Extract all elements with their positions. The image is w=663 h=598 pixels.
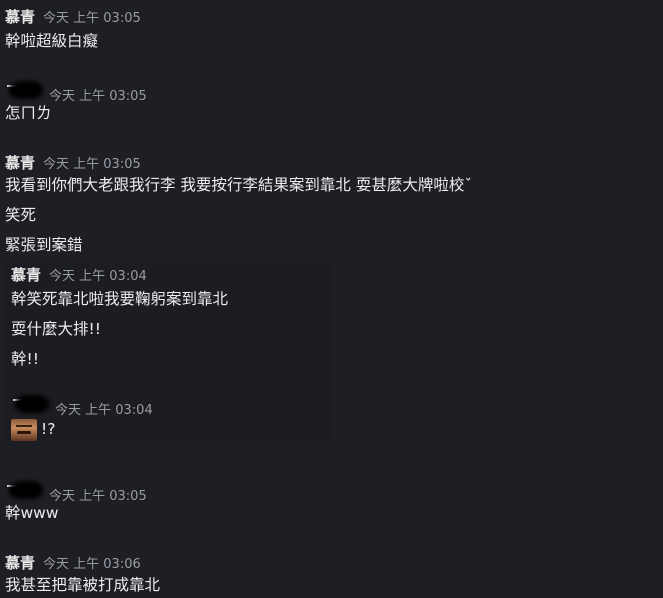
message-text: 幹笑死靠北啦我要鞠躬案到靠北 <box>11 290 229 308</box>
message-text: 怎ㄇㄌ <box>5 104 52 122</box>
message-text: !? <box>41 420 56 438</box>
timestamp: 今天 上午 03:05 <box>49 89 147 104</box>
author-name[interactable]: 慕青 <box>5 552 35 573</box>
quoted-message: 今天 上午 03:04 !? <box>11 394 153 441</box>
timestamp: 今天 上午 03:05 <box>43 157 141 172</box>
chat-message: 慕青 今天 上午 03:06 我甚至把靠被打成靠北 <box>5 552 160 596</box>
face-emoji-icon <box>11 418 37 441</box>
message-text: 幹!! <box>11 350 39 368</box>
message-text: 幹www <box>5 504 59 522</box>
message-text: 我甚至把靠被打成靠北 <box>5 576 161 594</box>
author-name[interactable]: 慕青 <box>5 6 35 27</box>
timestamp: 今天 上午 03:05 <box>43 11 141 26</box>
message-text: 耍什麼大排!! <box>11 320 101 338</box>
message-text: 幹啦超級白癡 <box>5 32 99 50</box>
chat-message: 今天 上午 03:05 幹www <box>5 480 147 524</box>
author-name[interactable]: 慕青 <box>11 264 41 285</box>
timestamp: 今天 上午 03:04 <box>55 403 153 418</box>
message-content: !? <box>11 418 153 441</box>
timestamp: 今天 上午 03:05 <box>49 489 147 504</box>
redacted-author <box>11 394 49 414</box>
author-name[interactable]: 慕青 <box>5 152 35 173</box>
message-text: 笑死 <box>5 206 37 224</box>
chat-message: 今天 上午 03:05 怎ㄇㄌ <box>5 80 147 124</box>
chat-message: 慕青 今天 上午 03:05 我看到你們大老跟我行李 我要按行李結果案到靠北 耍… <box>5 152 472 256</box>
message-text: 緊張到案錯 <box>5 236 83 254</box>
quoted-messages: 慕青 今天 上午 03:04 幹笑死靠北啦我要鞠躬案到靠北 耍什麼大排!! 幹!… <box>5 262 331 446</box>
redacted-author <box>5 480 43 500</box>
quoted-message: 慕青 今天 上午 03:04 幹笑死靠北啦我要鞠躬案到靠北 耍什麼大排!! 幹!… <box>11 264 228 370</box>
timestamp: 今天 上午 03:06 <box>43 557 141 572</box>
message-text: 我看到你們大老跟我行李 我要按行李結果案到靠北 耍甚麼大牌啦校ˇ <box>5 176 473 194</box>
chat-message: 慕青 今天 上午 03:05 幹啦超級白癡 <box>5 6 141 52</box>
chat-log: 慕青 今天 上午 03:05 幹啦超級白癡 今天 上午 03:05 怎ㄇㄌ 慕青… <box>0 0 663 598</box>
timestamp: 今天 上午 03:04 <box>49 269 147 284</box>
redacted-author <box>5 80 43 100</box>
